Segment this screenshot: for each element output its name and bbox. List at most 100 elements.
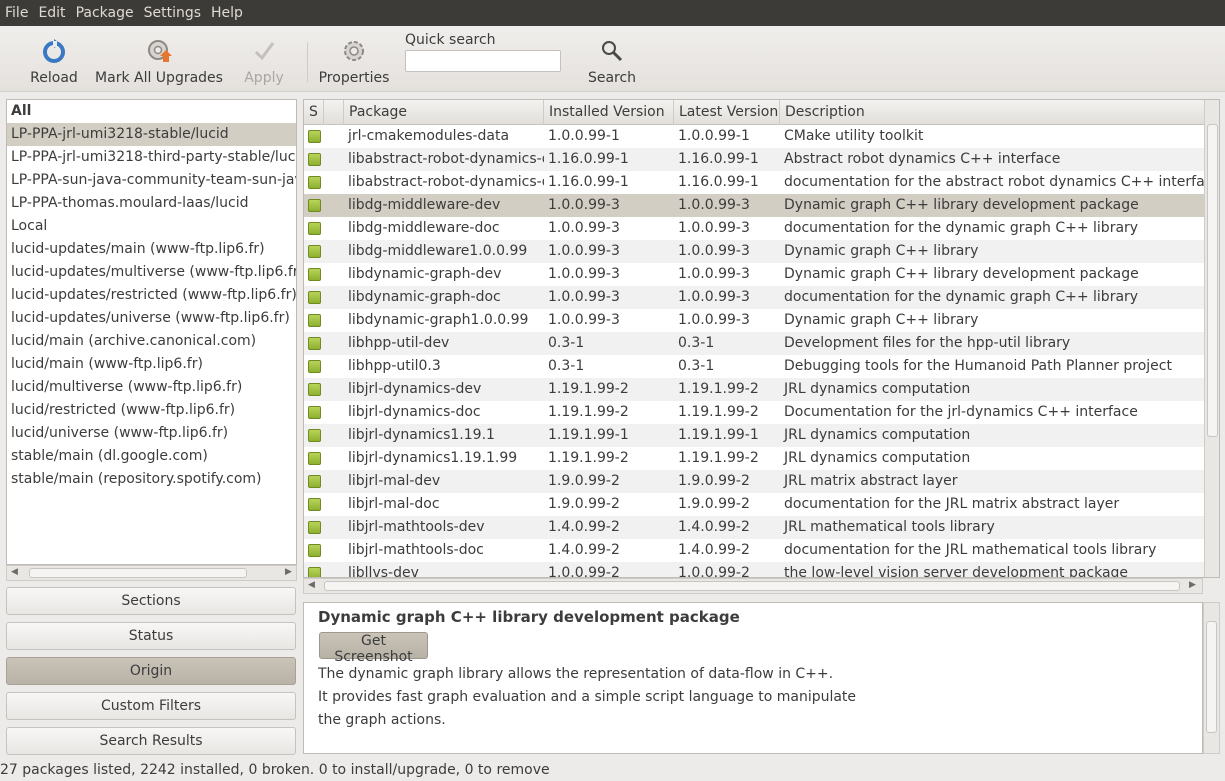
- origin-list-item[interactable]: lucid/main (archive.canonical.com): [7, 330, 296, 353]
- table-row[interactable]: libjrl-mal-dev 1.9.0.99-2 1.9.0.99-2 JRL ma…: [304, 470, 1204, 493]
- scroll-right-arrow-icon[interactable]: ▶: [1189, 580, 1196, 590]
- origin-list-item[interactable]: lucid-updates/universe (www-ftp.lip6.fr): [7, 307, 296, 330]
- table-row[interactable]: libjrl-dynamics1.19.1.99 1.19.1.99-2 1.19.…: [304, 447, 1204, 470]
- package-table-vertical-scrollbar[interactable]: [1204, 100, 1219, 577]
- table-row[interactable]: libdg-middleware1.0.0.99 1.0.0.99-3 1.0.0.…: [304, 240, 1204, 263]
- table-row[interactable]: libjrl-mathtools-dev 1.4.0.99-2 1.4.0.99-2…: [304, 516, 1204, 539]
- origin-list-item[interactable]: lucid-updates/restricted (www-ftp.lip6.f…: [7, 284, 296, 307]
- scroll-right-arrow-icon[interactable]: ▶: [285, 567, 292, 577]
- menu-settings[interactable]: Settings: [144, 5, 201, 21]
- apply-button[interactable]: Apply: [238, 26, 290, 92]
- installed-status-icon[interactable]: [308, 199, 321, 212]
- column-header-latest-version[interactable]: Latest Version: [674, 100, 780, 125]
- status-filter-button[interactable]: Status: [6, 622, 296, 650]
- installed-status-icon[interactable]: [308, 429, 321, 442]
- table-row[interactable]: libhpp-util-dev 0.3-1 0.3-1 Development fil…: [304, 332, 1204, 355]
- origin-list-item[interactable]: stable/main (dl.google.com): [7, 445, 296, 468]
- menu-file[interactable]: File: [5, 5, 28, 21]
- installed-status-icon[interactable]: [308, 153, 321, 166]
- menu-edit[interactable]: Edit: [38, 5, 65, 21]
- installed-status-icon[interactable]: [308, 498, 321, 511]
- origin-list-item[interactable]: LP-PPA-jrl-umi3218-third-party-stable/lu…: [7, 146, 296, 169]
- table-row[interactable]: libdg-middleware-doc 1.0.0.99-3 1.0.0.99-3…: [304, 217, 1204, 240]
- installed-status-icon[interactable]: [308, 406, 321, 419]
- scroll-left-arrow-icon[interactable]: ◀: [11, 567, 18, 577]
- table-row[interactable]: libdynamic-graph1.0.0.99 1.0.0.99-3 1.0.0.…: [304, 309, 1204, 332]
- table-row[interactable]: libjrl-dynamics1.19.1 1.19.1.99-1 1.19.1.9…: [304, 424, 1204, 447]
- quick-search-input[interactable]: [405, 50, 561, 72]
- installed-status-icon[interactable]: [308, 337, 321, 350]
- scroll-left-arrow-icon[interactable]: ◀: [308, 580, 315, 590]
- installed-status-icon[interactable]: [308, 314, 321, 327]
- installed-status-icon[interactable]: [308, 268, 321, 281]
- package-table-horizontal-scrollbar[interactable]: ◀ ▶: [303, 578, 1203, 594]
- package-name-cell: libjrl-dynamics1.19.1.99: [348, 450, 518, 466]
- custom-filters-button[interactable]: Custom Filters: [6, 692, 296, 720]
- search-results-button[interactable]: Search Results: [6, 727, 296, 755]
- origin-list-item[interactable]: LP-PPA-sun-java-community-team-sun-java: [7, 169, 296, 192]
- description-cell: Abstract robot dynamics C++ interface: [784, 151, 1061, 167]
- package-name-cell: libjrl-dynamics1.19.1: [348, 427, 495, 443]
- scrollbar-thumb[interactable]: [29, 568, 247, 578]
- installed-status-icon[interactable]: [308, 245, 321, 258]
- installed-status-icon[interactable]: [308, 383, 321, 396]
- search-button[interactable]: Search: [584, 26, 640, 92]
- description-cell: Documentation for the jrl-dynamics C++ i…: [784, 404, 1138, 420]
- origin-list-item[interactable]: LP-PPA-thomas.moulard-laas/lucid: [7, 192, 296, 215]
- table-row[interactable]: libdynamic-graph-dev 1.0.0.99-3 1.0.0.99-3…: [304, 263, 1204, 286]
- column-header-package[interactable]: Package: [344, 100, 544, 125]
- column-header-blank[interactable]: [324, 100, 344, 125]
- scrollbar-thumb[interactable]: [1206, 621, 1217, 733]
- installed-status-icon[interactable]: [308, 475, 321, 488]
- table-row[interactable]: libabstract-robot-dynamics-doc1.16.0.99-…: [304, 171, 1204, 194]
- origin-list-item[interactable]: lucid/multiverse (www-ftp.lip6.fr): [7, 376, 296, 399]
- installed-status-icon[interactable]: [308, 544, 321, 557]
- installed-status-icon[interactable]: [308, 521, 321, 534]
- table-row[interactable]: libabstract-robot-dynamics-dev1.16.0.99-…: [304, 148, 1204, 171]
- reload-button[interactable]: Reload: [24, 26, 84, 92]
- installed-status-icon[interactable]: [308, 360, 321, 373]
- installed-status-icon[interactable]: [308, 291, 321, 304]
- origin-list-item[interactable]: lucid/universe (www-ftp.lip6.fr): [7, 422, 296, 445]
- table-row[interactable]: libjrl-dynamics-dev 1.19.1.99-2 1.19.1.99-…: [304, 378, 1204, 401]
- installed-status-icon[interactable]: [308, 222, 321, 235]
- table-row[interactable]: libdg-middleware-dev 1.0.0.99-3 1.0.0.99-3…: [304, 194, 1204, 217]
- origin-list-item[interactable]: Local: [7, 215, 296, 238]
- origin-list-item[interactable]: LP-PPA-jrl-umi3218-stable/lucid: [7, 123, 296, 146]
- table-row[interactable]: libhpp-util0.3 0.3-1 0.3-1 Debugging tools …: [304, 355, 1204, 378]
- mark-all-upgrades-button[interactable]: Mark All Upgrades: [95, 26, 223, 92]
- origin-list-item[interactable]: lucid/main (www-ftp.lip6.fr): [7, 353, 296, 376]
- table-row[interactable]: libjrl-mal-doc 1.9.0.99-2 1.9.0.99-2 docume…: [304, 493, 1204, 516]
- details-vertical-scrollbar[interactable]: [1203, 602, 1220, 754]
- origin-list-header-all[interactable]: All: [7, 100, 296, 123]
- sections-filter-button[interactable]: Sections: [6, 587, 296, 615]
- properties-button[interactable]: Properties: [318, 26, 390, 92]
- origin-list-item[interactable]: lucid-updates/main (www-ftp.lip6.fr): [7, 238, 296, 261]
- column-header-status[interactable]: S: [304, 100, 324, 125]
- package-name-cell: libabstract-robot-dynamics-dev: [348, 151, 544, 167]
- installed-status-icon[interactable]: [308, 567, 321, 577]
- table-row[interactable]: libdynamic-graph-doc 1.0.0.99-3 1.0.0.99-3…: [304, 286, 1204, 309]
- origin-list-item[interactable]: lucid/restricted (www-ftp.lip6.fr): [7, 399, 296, 422]
- column-header-description[interactable]: Description: [780, 100, 1204, 125]
- origin-list-horizontal-scrollbar[interactable]: ◀ ▶: [6, 565, 297, 581]
- scrollbar-thumb[interactable]: [324, 581, 1180, 591]
- installed-status-icon[interactable]: [308, 452, 321, 465]
- menu-help[interactable]: Help: [211, 5, 243, 21]
- installed-status-icon[interactable]: [308, 130, 321, 143]
- column-header-installed-version[interactable]: Installed Version: [544, 100, 674, 125]
- package-name-cell: libjrl-mal-dev: [348, 473, 441, 489]
- table-row[interactable]: libjrl-mathtools-doc 1.4.0.99-2 1.4.0.99-2…: [304, 539, 1204, 562]
- origin-list-item[interactable]: stable/main (repository.spotify.com): [7, 468, 296, 491]
- checkmark-icon: [252, 36, 276, 66]
- origin-filter-button[interactable]: Origin: [6, 657, 296, 685]
- table-row[interactable]: libllvs-dev 1.0.0.99-2 1.0.0.99-2 the low-l…: [304, 562, 1204, 577]
- package-name-cell: libdg-middleware-dev: [348, 197, 501, 213]
- scrollbar-thumb[interactable]: [1207, 124, 1218, 437]
- table-row[interactable]: libjrl-dynamics-doc 1.19.1.99-2 1.19.1.99-…: [304, 401, 1204, 424]
- get-screenshot-button[interactable]: Get Screenshot: [319, 632, 428, 665]
- menu-package[interactable]: Package: [76, 5, 134, 21]
- table-row[interactable]: jrl-cmakemodules-data 1.0.0.99-1 1.0.0.99-…: [304, 125, 1204, 148]
- installed-status-icon[interactable]: [308, 176, 321, 189]
- origin-list-item[interactable]: lucid-updates/multiverse (www-ftp.lip6.f…: [7, 261, 296, 284]
